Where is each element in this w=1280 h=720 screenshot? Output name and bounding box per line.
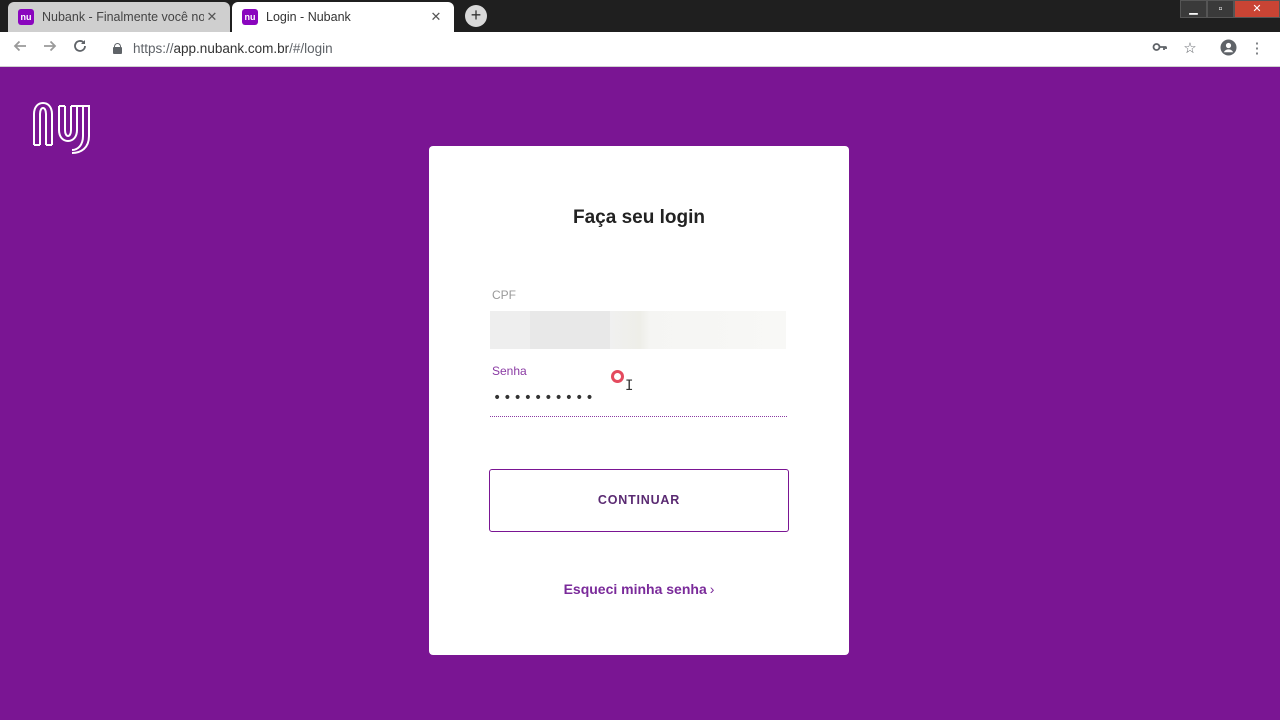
senha-label: Senha	[492, 364, 527, 378]
cpf-input[interactable]	[490, 311, 786, 349]
lock-icon[interactable]	[113, 43, 122, 54]
url-path: /#/login	[289, 41, 333, 56]
url-host: app.nubank.com.br	[173, 41, 290, 56]
close-window-button[interactable]: ✕	[1234, 0, 1280, 18]
key-icon[interactable]	[1150, 39, 1170, 59]
chevron-right-icon: ›	[709, 581, 715, 597]
forgot-password-label: Esqueci minha senha	[563, 581, 707, 597]
tab-login[interactable]: nu Login - Nubank ✕	[232, 2, 454, 32]
close-tab-icon[interactable]: ✕	[204, 9, 220, 25]
forgot-password-link[interactable]: Esqueci minha senha ›	[429, 581, 849, 597]
click-indicator-icon	[611, 370, 624, 383]
reload-icon[interactable]	[69, 38, 91, 60]
tab-title: Nubank - Finalmente você no c	[42, 10, 204, 24]
url-scheme: https://	[133, 41, 174, 56]
star-icon[interactable]: ☆	[1180, 39, 1200, 59]
account-icon[interactable]	[1218, 39, 1238, 59]
login-title: Faça seu login	[573, 207, 705, 228]
nubank-favicon-icon: nu	[18, 9, 34, 25]
text-cursor-icon: I	[625, 378, 634, 394]
forward-icon[interactable]	[39, 38, 61, 60]
browser-toolbar: https://app.nubank.com.br/#/login ☆ ⋮	[0, 32, 1280, 67]
tab-nubank-home[interactable]: nu Nubank - Finalmente você no c ✕	[8, 2, 230, 32]
new-tab-button[interactable]: +	[465, 5, 487, 27]
window-controls: ▁ ▫ ✕	[1180, 0, 1280, 18]
maximize-button[interactable]: ▫	[1207, 0, 1234, 18]
continue-button[interactable]: CONTINUAR	[489, 469, 789, 532]
tab-title: Login - Nubank	[266, 10, 351, 24]
address-bar[interactable]: https://app.nubank.com.br/#/login	[101, 36, 1141, 63]
cpf-label: CPF	[492, 288, 516, 302]
menu-icon[interactable]: ⋮	[1247, 39, 1267, 59]
nubank-logo-icon	[31, 98, 103, 154]
back-icon[interactable]	[9, 38, 31, 60]
page-background: Faça seu login CPF Senha •••••••••• I CO…	[0, 67, 1280, 720]
url-text[interactable]: https://app.nubank.com.br/#/login	[133, 41, 333, 56]
nubank-favicon-icon: nu	[242, 9, 258, 25]
login-card: Faça seu login CPF Senha •••••••••• I CO…	[429, 146, 849, 655]
senha-input[interactable]: ••••••••••	[490, 380, 787, 417]
tab-strip: nu Nubank - Finalmente você no c ✕ nu Lo…	[0, 0, 1280, 32]
minimize-button[interactable]: ▁	[1180, 0, 1207, 18]
close-tab-icon[interactable]: ✕	[428, 9, 444, 25]
